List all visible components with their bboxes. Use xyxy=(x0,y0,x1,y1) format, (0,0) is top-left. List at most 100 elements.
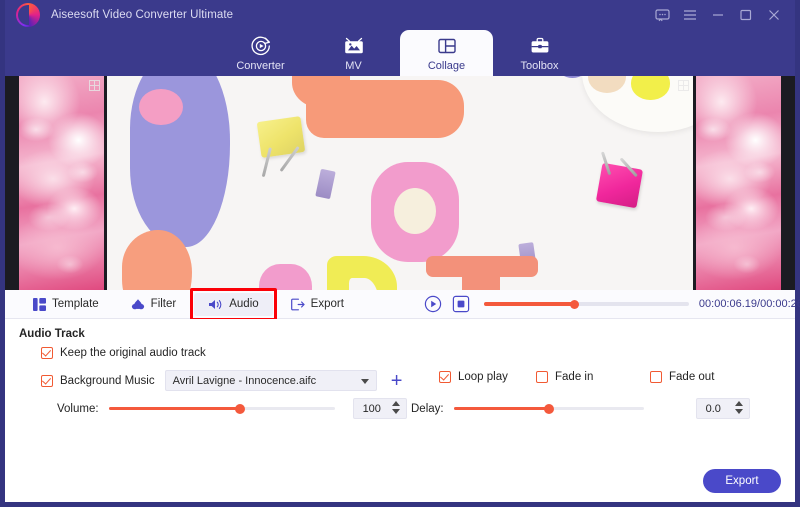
fade-in-checkbox[interactable] xyxy=(536,371,548,383)
tie-dye-image-right xyxy=(696,76,781,290)
template-grid-icon xyxy=(33,297,46,311)
delay-slider-knob[interactable] xyxy=(543,403,554,414)
background-music-select[interactable]: Avril Lavigne - Innocence.aifc xyxy=(164,370,377,391)
nav-tab-converter[interactable]: Converter xyxy=(214,30,307,76)
minimize-icon[interactable] xyxy=(705,3,731,27)
tab-filter[interactable]: Filter xyxy=(117,293,191,316)
purple-clothespin xyxy=(315,168,336,200)
keep-original-audio-checkbox[interactable] xyxy=(41,347,53,359)
volume-slider[interactable] xyxy=(108,403,335,414)
add-music-button[interactable]: + xyxy=(388,371,406,391)
nav-tab-label: Toolbox xyxy=(520,59,559,72)
stop-square-icon[interactable] xyxy=(452,295,470,313)
play-circle-icon[interactable] xyxy=(424,295,442,313)
collage-preview xyxy=(5,76,795,290)
nav-tab-collage[interactable]: Collage xyxy=(400,30,493,76)
collage-icon xyxy=(436,35,458,57)
loop-play-row[interactable]: Loop play xyxy=(439,371,508,383)
section-title-audio-track: Audio Track xyxy=(19,328,85,340)
close-icon[interactable] xyxy=(761,3,787,27)
stepper-down-icon[interactable] xyxy=(734,408,743,414)
background-music-checkbox[interactable] xyxy=(41,374,53,387)
seek-knob[interactable] xyxy=(570,299,580,309)
tab-label: Filter xyxy=(150,298,177,310)
tab-label: Export xyxy=(310,298,344,310)
nav-tab-toolbox[interactable]: Toolbox xyxy=(493,30,586,76)
fade-out-label: Fade out xyxy=(669,371,715,383)
fade-in-label: Fade in xyxy=(555,371,594,383)
export-arrow-icon xyxy=(290,298,305,310)
loop-play-checkbox[interactable] xyxy=(439,371,451,383)
app-logo xyxy=(13,2,43,28)
letter-d-shape xyxy=(326,255,398,290)
volume-row: Volume: 100 xyxy=(57,398,407,419)
chevron-down-icon xyxy=(360,378,369,384)
delay-stepper-arrows[interactable] xyxy=(734,400,743,414)
playback-seek-slider[interactable] xyxy=(483,299,689,309)
collage-cell-left[interactable] xyxy=(19,76,104,290)
craft-flatlay-image xyxy=(107,76,693,290)
titlebar: Aiseesoft Video Converter Ultimate xyxy=(5,0,795,30)
fade-out-row[interactable]: Fade out xyxy=(650,371,714,383)
volume-slider-knob[interactable] xyxy=(234,403,245,414)
background-music-label: Background Music xyxy=(60,374,155,387)
peach-rectangle-shape xyxy=(306,80,465,139)
stepper-up-icon[interactable] xyxy=(734,400,743,406)
tab-export[interactable]: Export xyxy=(277,293,358,316)
tie-dye-image-left xyxy=(19,76,104,290)
delay-slider-fill xyxy=(453,407,549,410)
nav-tab-mv[interactable]: MV xyxy=(307,30,400,76)
converter-icon xyxy=(250,35,272,57)
app-title: Aiseesoft Video Converter Ultimate xyxy=(51,9,234,21)
tab-audio[interactable]: Audio xyxy=(190,287,277,321)
tab-label: Template xyxy=(52,298,99,310)
audio-speaker-icon xyxy=(209,299,222,309)
delay-row: Delay: 0.0 xyxy=(411,398,750,419)
menu-icon[interactable] xyxy=(677,3,703,27)
tab-template[interactable]: Template xyxy=(19,293,113,316)
collage-cell-center[interactable] xyxy=(107,76,693,290)
editor-toolbar: Template Filter Audio Export 00:00:06.19… xyxy=(5,287,800,321)
keep-original-audio-label: Keep the original audio track xyxy=(60,347,206,359)
stepper-up-icon[interactable] xyxy=(391,400,400,406)
pink-circle-shape xyxy=(139,88,184,126)
collage-grid xyxy=(19,76,781,290)
main-nav-tabs: Converter MV Collage Toolbox xyxy=(5,30,795,76)
pink-binder-clip xyxy=(596,162,644,208)
letter-t-stem-shape xyxy=(461,268,500,290)
stepper-down-icon[interactable] xyxy=(391,408,400,414)
filter-droplet-icon xyxy=(131,298,144,309)
player-controls: 00:00:06.19/00:00:26.04 xyxy=(424,295,800,313)
background-music-row: Background Music Avril Lavigne - Innocen… xyxy=(41,370,406,391)
volume-label: Volume: xyxy=(57,402,99,415)
export-button[interactable]: Export xyxy=(703,469,781,493)
volume-stepper-arrows[interactable] xyxy=(391,400,400,414)
mv-icon xyxy=(343,35,365,57)
delay-label: Delay: xyxy=(411,402,444,415)
tab-label: Audio xyxy=(229,298,259,310)
fade-in-row[interactable]: Fade in xyxy=(536,371,593,383)
background-music-selected-value: Avril Lavigne - Innocence.aifc xyxy=(172,374,317,387)
playback-timecode: 00:00:06.19/00:00:26.04 xyxy=(698,298,800,310)
fade-out-checkbox[interactable] xyxy=(650,371,662,383)
cell-resize-handle[interactable] xyxy=(89,80,100,91)
delay-value: 0.0 xyxy=(705,402,721,415)
feedback-icon[interactable] xyxy=(649,3,675,27)
letter-a-shape xyxy=(259,264,313,290)
toolbox-icon xyxy=(529,35,551,57)
delay-stepper[interactable]: 0.0 xyxy=(695,398,750,419)
nav-tab-label: Collage xyxy=(427,59,466,72)
maximize-icon[interactable] xyxy=(733,3,759,27)
volume-stepper[interactable]: 100 xyxy=(352,398,407,419)
yellow-binder-clip xyxy=(257,115,306,159)
volume-value: 100 xyxy=(362,402,381,415)
seek-fill xyxy=(483,302,575,306)
cell-resize-handle[interactable] xyxy=(678,80,689,91)
window-controls xyxy=(649,3,795,27)
delay-slider[interactable] xyxy=(453,403,644,414)
aiseesoft-swirl-logo xyxy=(16,3,40,27)
collage-cell-right[interactable] xyxy=(696,76,781,290)
app-window: Aiseesoft Video Converter Ultimate Conve… xyxy=(0,0,800,507)
keep-original-audio-row[interactable]: Keep the original audio track xyxy=(41,347,206,359)
nav-tab-label: Converter xyxy=(236,59,285,72)
